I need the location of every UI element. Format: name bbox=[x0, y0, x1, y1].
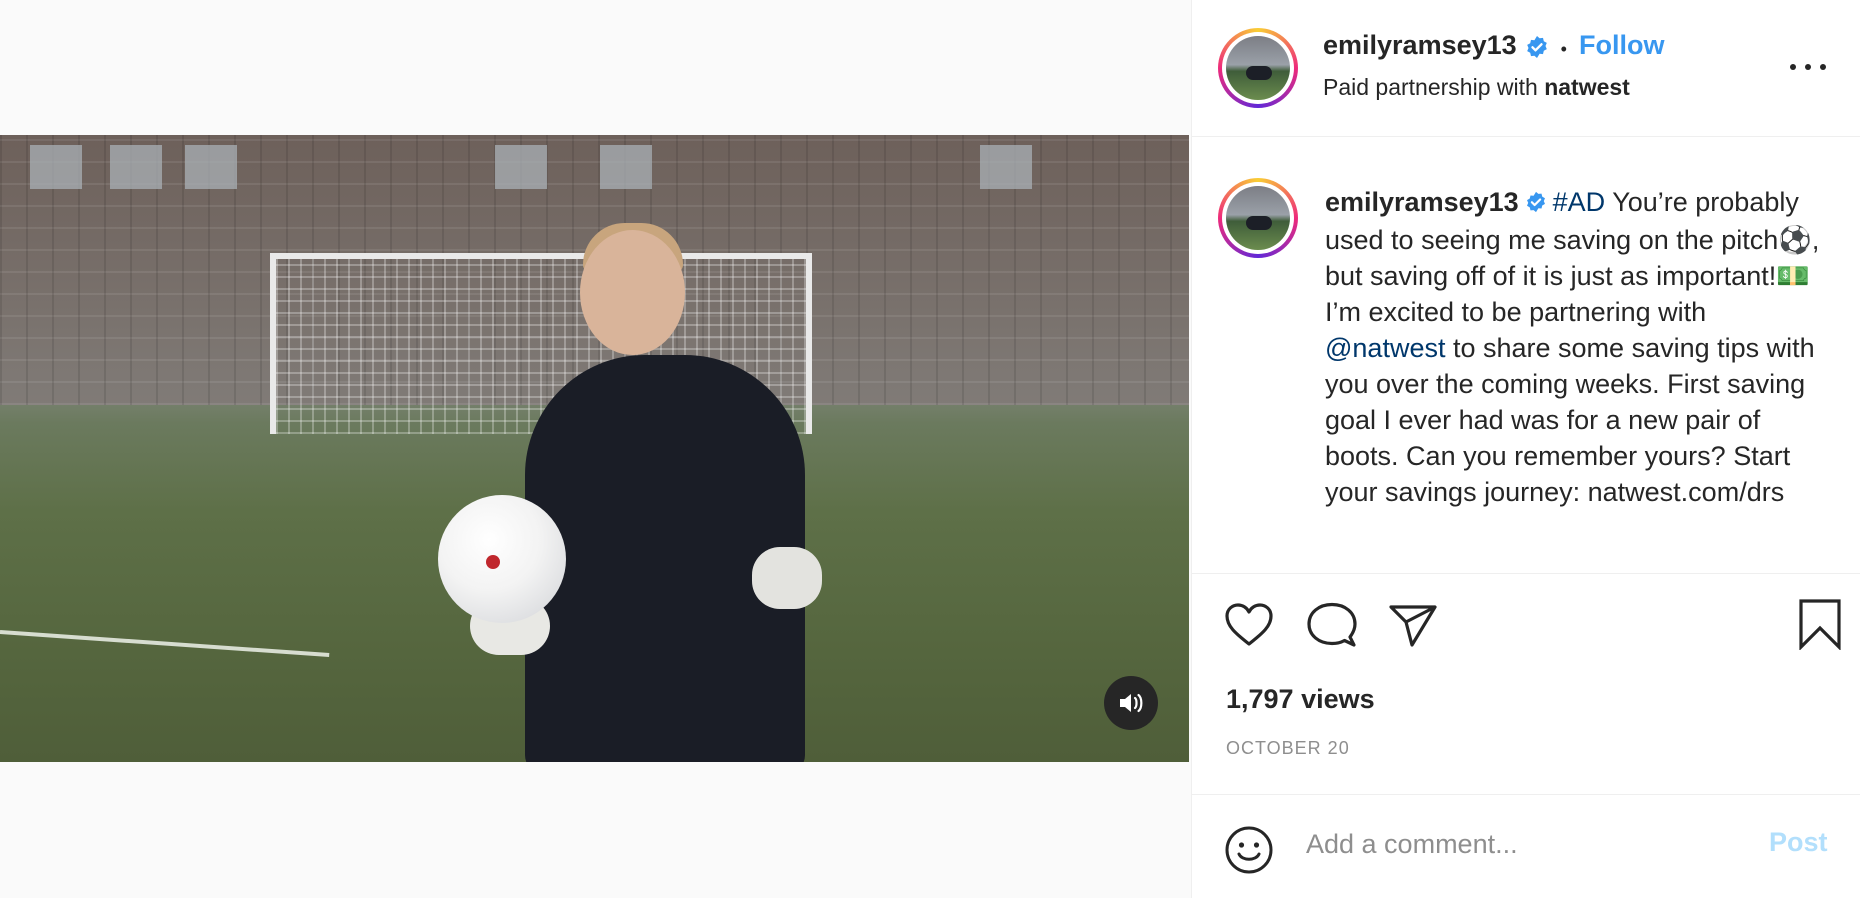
verified-badge-icon bbox=[1525, 186, 1547, 222]
share-button[interactable] bbox=[1388, 604, 1438, 653]
post-header: emilyramsey13 • Follow Paid partnership w… bbox=[1192, 0, 1860, 137]
like-button[interactable] bbox=[1224, 602, 1274, 653]
video-football bbox=[438, 495, 566, 623]
follow-button[interactable]: Follow bbox=[1579, 30, 1664, 60]
partner-link[interactable]: natwest bbox=[1544, 74, 1630, 100]
video-window bbox=[980, 145, 1032, 189]
comment-icon bbox=[1307, 602, 1357, 647]
video-pitch-line bbox=[0, 630, 330, 658]
verified-badge-icon bbox=[1525, 35, 1549, 64]
caption-text: emilyramsey13 #AD You’re probably used t… bbox=[1325, 184, 1830, 510]
post-date[interactable]: OCTOBER 20 bbox=[1226, 738, 1350, 759]
comment-button[interactable] bbox=[1307, 602, 1357, 653]
post-video[interactable] bbox=[0, 135, 1189, 762]
video-window bbox=[600, 145, 652, 189]
video-window bbox=[495, 145, 547, 189]
caption-mention[interactable]: @natwest bbox=[1325, 333, 1445, 363]
sound-toggle-button[interactable] bbox=[1104, 676, 1158, 730]
post-actions bbox=[1224, 599, 1841, 653]
separator-dot: • bbox=[1560, 39, 1567, 60]
partnership-label: Paid partnership with natwest bbox=[1323, 74, 1630, 101]
save-button[interactable] bbox=[1798, 598, 1842, 655]
emoji-button[interactable] bbox=[1224, 825, 1274, 880]
share-icon bbox=[1389, 605, 1437, 647]
video-player-head bbox=[580, 230, 685, 355]
post-comment-button[interactable]: Post bbox=[1769, 827, 1828, 858]
post-side-panel: emilyramsey13 • Follow Paid partnership w… bbox=[1191, 0, 1860, 898]
post-caption: emilyramsey13 #AD You’re probably used t… bbox=[1192, 136, 1860, 574]
caption-hashtag[interactable]: #AD bbox=[1553, 187, 1606, 217]
header-username[interactable]: emilyramsey13 bbox=[1323, 30, 1517, 60]
partnership-prefix: Paid partnership with bbox=[1323, 74, 1538, 100]
avatar[interactable] bbox=[1218, 28, 1298, 108]
video-window bbox=[30, 145, 82, 189]
comment-bar: Post bbox=[1192, 794, 1860, 899]
video-window bbox=[185, 145, 237, 189]
view-count[interactable]: 1,797 views bbox=[1226, 684, 1375, 715]
sound-on-icon bbox=[1120, 693, 1143, 713]
avatar-image bbox=[1226, 36, 1290, 100]
avatar-image bbox=[1226, 186, 1290, 250]
caption-username[interactable]: emilyramsey13 bbox=[1325, 187, 1519, 217]
heart-icon bbox=[1225, 603, 1273, 646]
header-user-row: emilyramsey13 • Follow bbox=[1323, 30, 1664, 64]
caption-avatar[interactable] bbox=[1218, 178, 1298, 258]
video-ball-logo bbox=[486, 555, 500, 569]
comment-input[interactable] bbox=[1304, 821, 1748, 867]
video-window bbox=[110, 145, 162, 189]
more-options-icon[interactable] bbox=[1790, 52, 1826, 82]
video-glove-right bbox=[752, 547, 822, 609]
emoji-icon bbox=[1225, 826, 1273, 874]
bookmark-icon bbox=[1799, 599, 1841, 651]
media-column bbox=[0, 0, 1191, 898]
